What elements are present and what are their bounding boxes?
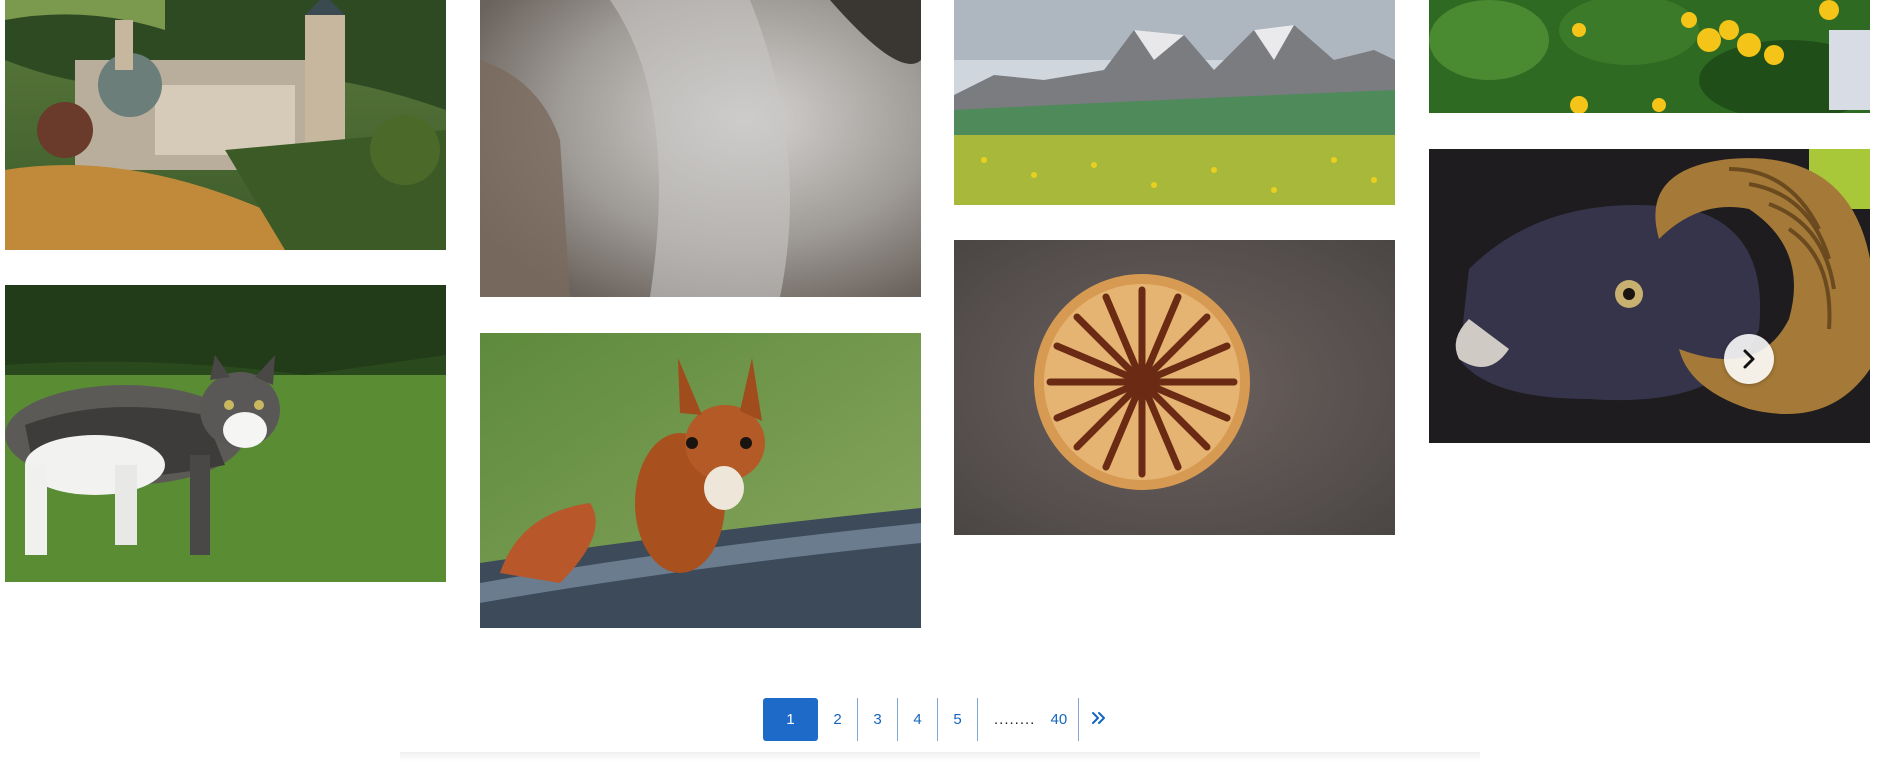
chevron-right-icon (1738, 348, 1760, 370)
photo-mountains[interactable] (954, 0, 1395, 205)
page-40-button[interactable]: 40 (1039, 698, 1080, 741)
photo-cat[interactable] (5, 285, 446, 582)
photo-mouflon-ram[interactable] (1429, 149, 1870, 443)
footer-divider (400, 752, 1480, 762)
page-5-button[interactable]: 5 (938, 698, 978, 741)
pagination: 1 2 3 4 5 ........ 40 (763, 698, 1119, 741)
photo-poppy-seed-head[interactable] (954, 240, 1395, 535)
photo-yellow-flowers[interactable] (1429, 0, 1870, 113)
double-chevron-right-icon (1090, 710, 1108, 730)
photo-squirrel[interactable] (480, 333, 921, 628)
page-1-button[interactable]: 1 (763, 698, 818, 741)
page-2-button[interactable]: 2 (818, 698, 858, 741)
page-4-button[interactable]: 4 (898, 698, 938, 741)
photo-monastery[interactable] (5, 0, 446, 250)
next-arrow-button[interactable] (1724, 334, 1774, 384)
pagination-ellipsis: ........ (994, 711, 1036, 728)
last-page-button[interactable] (1079, 698, 1119, 741)
page-3-button[interactable]: 3 (858, 698, 898, 741)
photo-gallery (0, 0, 1880, 660)
photo-grey-fur[interactable] (480, 0, 921, 297)
